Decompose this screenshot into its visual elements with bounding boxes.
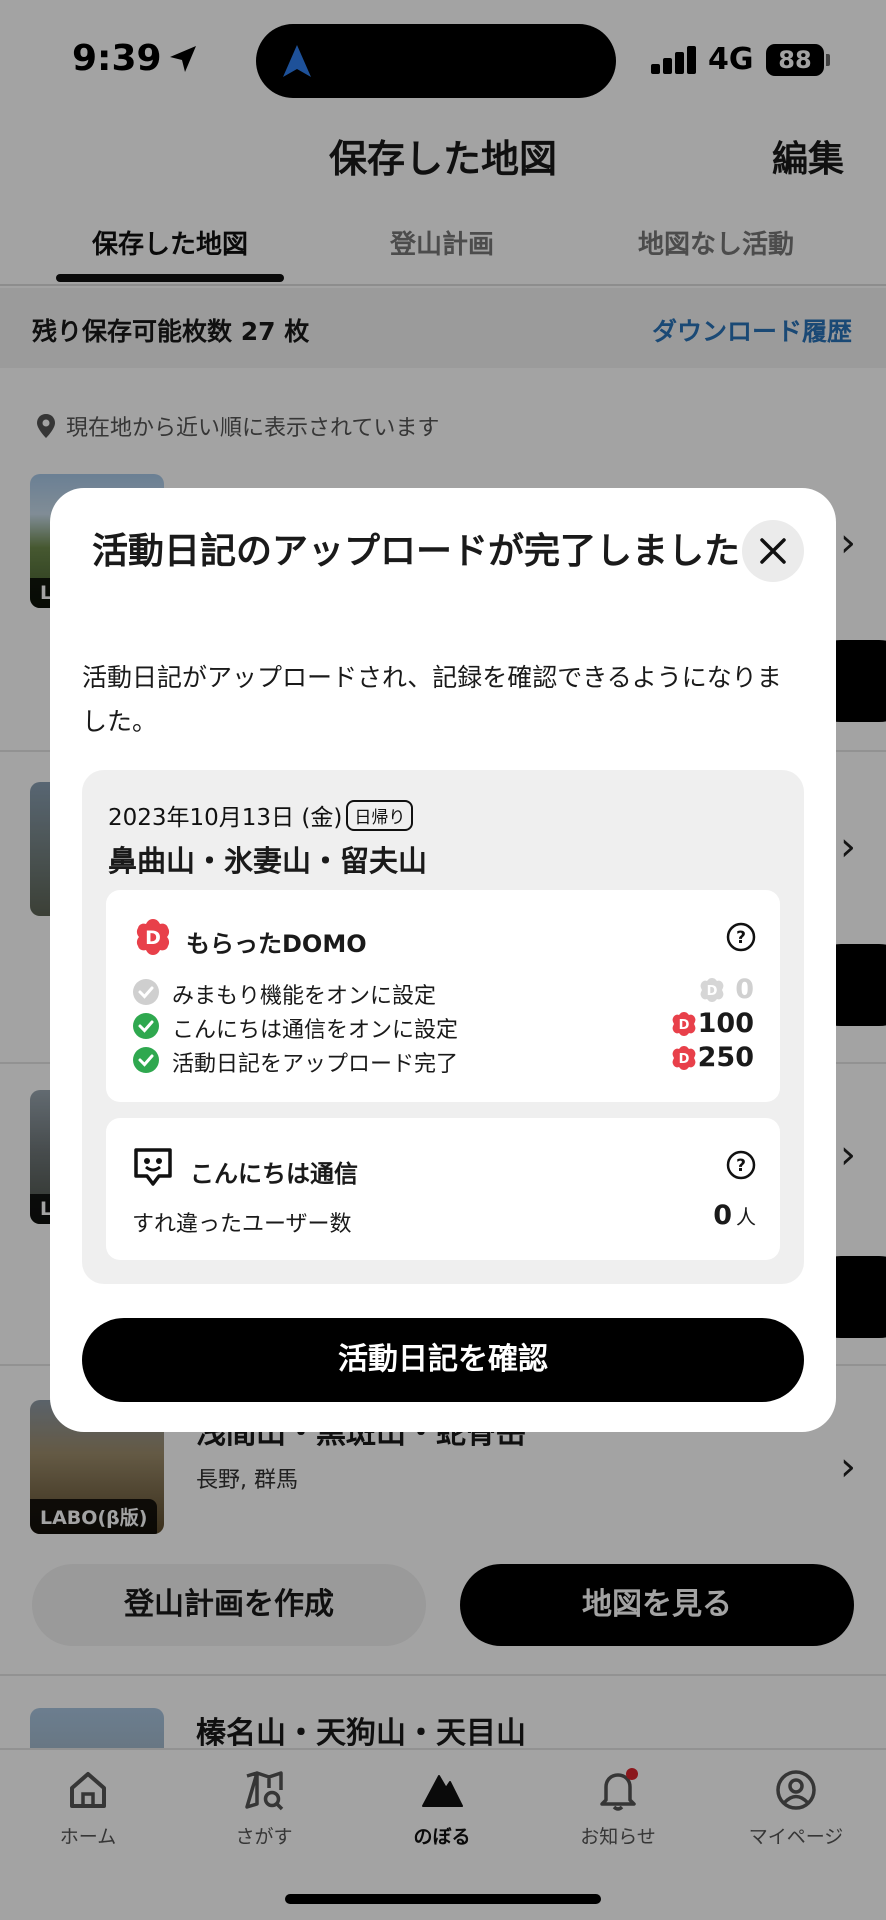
konnichiwa-title: こんにちは通信 (190, 1160, 358, 1188)
check-done-icon (132, 1012, 160, 1046)
domo-box: D もらったDOMO ? みまもり機能をオンに設定 D 0 こんにちは通信をオン… (106, 890, 780, 1102)
domo-coin-icon: D (670, 1044, 698, 1078)
domo-coin-icon: D (698, 976, 726, 1010)
domo-row-label: こんにちは通信をオンに設定 (172, 1018, 459, 1043)
domo-amount: 100 (697, 1008, 754, 1039)
activity-date: 2023年10月13日 (金) 日帰り (108, 798, 414, 832)
modal-description: 活動日記がアップロードされ、記録を確認できるようになりました。 (82, 663, 782, 736)
svg-text:?: ? (736, 928, 746, 948)
passed-users-value: 0 (713, 1200, 732, 1231)
domo-badge-icon: D (132, 916, 174, 962)
domo-row-upload: 活動日記をアップロード完了 D 250 (132, 1042, 754, 1078)
domo-row-konnichiwa: こんにちは通信をオンに設定 D 100 (132, 1008, 754, 1044)
svg-text:D: D (707, 984, 718, 999)
domo-row-label: みまもり機能をオンに設定 (172, 984, 437, 1009)
activity-card: 2023年10月13日 (金) 日帰り 鼻曲山・氷妻山・留夫山 D もらったDOM… (82, 770, 804, 1284)
domo-title: もらったDOMO (186, 930, 367, 958)
svg-text:D: D (679, 1052, 690, 1067)
help-icon[interactable]: ? (726, 1150, 756, 1184)
activity-date-text: 2023年10月13日 (金) (108, 805, 343, 831)
domo-amount: 250 (697, 1042, 754, 1073)
passed-users-label: すれ違ったユーザー数 (132, 1212, 352, 1237)
domo-coin-icon: D (670, 1010, 698, 1044)
domo-row-label: 活動日記をアップロード完了 (172, 1052, 459, 1077)
upload-complete-modal: 活動日記のアップロードが完了しました 活動日記がアップロードされ、記録を確認でき… (50, 488, 836, 1432)
domo-row-mimamori: みまもり機能をオンに設定 D 0 (132, 974, 754, 1010)
modal-title: 活動日記のアップロードが完了しました (91, 531, 740, 572)
view-activity-diary-button[interactable]: 活動日記を確認 (82, 1318, 804, 1402)
svg-text:D: D (679, 1018, 690, 1033)
activity-mountain: 鼻曲山・氷妻山・留夫山 (108, 844, 428, 878)
help-icon[interactable]: ? (726, 922, 756, 956)
svg-text:?: ? (736, 1156, 746, 1176)
domo-amount: 0 (735, 974, 754, 1005)
close-button[interactable] (742, 520, 804, 582)
daytrip-badge: 日帰り (346, 800, 414, 831)
svg-text:D: D (145, 927, 161, 949)
konnichiwa-box: こんにちは通信 ? すれ違ったユーザー数 0人 (106, 1118, 780, 1260)
konnichiwa-icon (132, 1146, 174, 1192)
close-icon (760, 538, 786, 564)
check-pending-icon (132, 978, 160, 1012)
passed-users-unit: 人 (736, 1205, 756, 1229)
passed-users-count: 0人 (713, 1200, 756, 1231)
check-done-icon (132, 1046, 160, 1080)
